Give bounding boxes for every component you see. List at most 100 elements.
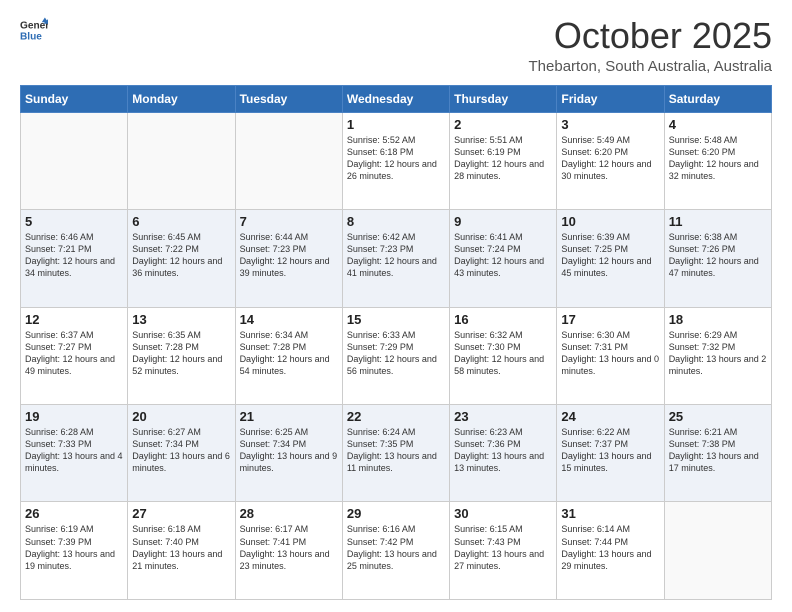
table-row: 1Sunrise: 5:52 AMSunset: 6:18 PMDaylight… [342, 112, 449, 209]
page: General Blue October 2025 Thebarton, Sou… [0, 0, 792, 612]
table-row: 28 Sunrise: 6:17 AMSunset: 7:41 PMDayligh… [235, 502, 342, 600]
table-row [21, 112, 128, 209]
table-row: 23 Sunrise: 6:23 AMSunset: 7:36 PMDayligh… [450, 405, 557, 502]
table-row: 18Sunrise: 6:29 AMSunset: 7:32 PMDayligh… [664, 307, 771, 404]
day-number: 12 [25, 312, 123, 327]
day-number: 22 [347, 409, 445, 424]
day-number: 24 [561, 409, 659, 424]
day-number: 31 [561, 506, 659, 521]
day-number: 2 [454, 117, 552, 132]
day-info: Sunrise: 6:21 AMSunset: 7:38 PMDaylight:… [669, 426, 767, 475]
calendar-week-row: 1Sunrise: 5:52 AMSunset: 6:18 PMDaylight… [21, 112, 772, 209]
calendar-week-row: 5 Sunrise: 6:46 AMSunset: 7:21 PMDaylight… [21, 210, 772, 307]
month-title: October 2025 [529, 16, 772, 56]
table-row: 7Sunrise: 6:44 AMSunset: 7:23 PMDaylight… [235, 210, 342, 307]
day-info: Sunrise: 6:28 AMSunset: 7:33 PMDaylight:… [25, 426, 123, 475]
table-row: 31 Sunrise: 6:14 AMSunset: 7:44 PMDayligh… [557, 502, 664, 600]
table-row: 8 Sunrise: 6:42 AMSunset: 7:23 PMDaylight… [342, 210, 449, 307]
day-number: 29 [347, 506, 445, 521]
day-number: 14 [240, 312, 338, 327]
col-saturday: Saturday [664, 85, 771, 112]
table-row: 6 Sunrise: 6:45 AMSunset: 7:22 PMDaylight… [128, 210, 235, 307]
header-row: Sunday Monday Tuesday Wednesday Thursday… [21, 85, 772, 112]
svg-text:Blue: Blue [20, 31, 42, 42]
table-row: 15Sunrise: 6:33 AMSunset: 7:29 PMDayligh… [342, 307, 449, 404]
day-info: Sunrise: 6:46 AMSunset: 7:21 PMDaylight:… [25, 231, 123, 280]
day-info: Sunrise: 6:38 AMSunset: 7:26 PMDaylight:… [669, 231, 767, 280]
day-info: Sunrise: 5:51 AMSunset: 6:19 PMDaylight:… [454, 134, 552, 183]
table-row: 12 Sunrise: 6:37 AMSunset: 7:27 PMDayligh… [21, 307, 128, 404]
day-number: 4 [669, 117, 767, 132]
day-info: Sunrise: 6:19 AMSunset: 7:39 PMDaylight:… [25, 523, 123, 572]
day-info: Sunrise: 6:14 AMSunset: 7:44 PMDaylight:… [561, 523, 659, 572]
day-number: 1 [347, 117, 445, 132]
table-row: 25 Sunrise: 6:21 AMSunset: 7:38 PMDayligh… [664, 405, 771, 502]
header: General Blue October 2025 Thebarton, Sou… [20, 16, 772, 75]
day-info: Sunrise: 5:48 AMSunset: 6:20 PMDaylight:… [669, 134, 767, 183]
table-row [235, 112, 342, 209]
logo: General Blue [20, 16, 48, 44]
day-number: 26 [25, 506, 123, 521]
day-info: Sunrise: 6:44 AMSunset: 7:23 PMDaylight:… [240, 231, 338, 280]
col-thursday: Thursday [450, 85, 557, 112]
day-number: 21 [240, 409, 338, 424]
table-row: 16Sunrise: 6:32 AMSunset: 7:30 PMDayligh… [450, 307, 557, 404]
day-number: 30 [454, 506, 552, 521]
day-info: Sunrise: 6:39 AMSunset: 7:25 PMDaylight:… [561, 231, 659, 280]
calendar-week-row: 19 Sunrise: 6:28 AMSunset: 7:33 PMDayligh… [21, 405, 772, 502]
day-number: 28 [240, 506, 338, 521]
day-info: Sunrise: 6:37 AMSunset: 7:27 PMDaylight:… [25, 329, 123, 378]
day-number: 20 [132, 409, 230, 424]
day-number: 10 [561, 214, 659, 229]
day-number: 27 [132, 506, 230, 521]
day-info: Sunrise: 6:22 AMSunset: 7:37 PMDaylight:… [561, 426, 659, 475]
table-row: 30 Sunrise: 6:15 AMSunset: 7:43 PMDayligh… [450, 502, 557, 600]
day-number: 5 [25, 214, 123, 229]
day-number: 3 [561, 117, 659, 132]
day-number: 8 [347, 214, 445, 229]
table-row: 21 Sunrise: 6:25 AMSunset: 7:34 PMDayligh… [235, 405, 342, 502]
day-number: 19 [25, 409, 123, 424]
table-row: 22Sunrise: 6:24 AMSunset: 7:35 PMDayligh… [342, 405, 449, 502]
day-info: Sunrise: 6:17 AMSunset: 7:41 PMDaylight:… [240, 523, 338, 572]
col-monday: Monday [128, 85, 235, 112]
table-row: 14Sunrise: 6:34 AMSunset: 7:28 PMDayligh… [235, 307, 342, 404]
day-number: 6 [132, 214, 230, 229]
day-number: 11 [669, 214, 767, 229]
table-row: 11 Sunrise: 6:38 AMSunset: 7:26 PMDayligh… [664, 210, 771, 307]
col-tuesday: Tuesday [235, 85, 342, 112]
day-info: Sunrise: 6:25 AMSunset: 7:34 PMDaylight:… [240, 426, 338, 475]
day-info: Sunrise: 6:29 AMSunset: 7:32 PMDaylight:… [669, 329, 767, 378]
table-row: 4 Sunrise: 5:48 AMSunset: 6:20 PMDaylight… [664, 112, 771, 209]
day-info: Sunrise: 6:41 AMSunset: 7:24 PMDaylight:… [454, 231, 552, 280]
table-row: 5 Sunrise: 6:46 AMSunset: 7:21 PMDaylight… [21, 210, 128, 307]
table-row [128, 112, 235, 209]
day-info: Sunrise: 6:33 AMSunset: 7:29 PMDaylight:… [347, 329, 445, 378]
table-row: 19 Sunrise: 6:28 AMSunset: 7:33 PMDayligh… [21, 405, 128, 502]
table-row: 20Sunrise: 6:27 AMSunset: 7:34 PMDayligh… [128, 405, 235, 502]
day-info: Sunrise: 6:42 AMSunset: 7:23 PMDaylight:… [347, 231, 445, 280]
day-info: Sunrise: 6:30 AMSunset: 7:31 PMDaylight:… [561, 329, 659, 378]
day-number: 17 [561, 312, 659, 327]
day-info: Sunrise: 6:45 AMSunset: 7:22 PMDaylight:… [132, 231, 230, 280]
table-row: 26 Sunrise: 6:19 AMSunset: 7:39 PMDayligh… [21, 502, 128, 600]
day-number: 23 [454, 409, 552, 424]
location-title: Thebarton, South Australia, Australia [529, 58, 772, 75]
day-info: Sunrise: 5:49 AMSunset: 6:20 PMDaylight:… [561, 134, 659, 183]
col-sunday: Sunday [21, 85, 128, 112]
col-friday: Friday [557, 85, 664, 112]
logo-icon: General Blue [20, 16, 48, 44]
day-number: 13 [132, 312, 230, 327]
day-info: Sunrise: 6:15 AMSunset: 7:43 PMDaylight:… [454, 523, 552, 572]
day-info: Sunrise: 6:18 AMSunset: 7:40 PMDaylight:… [132, 523, 230, 572]
day-info: Sunrise: 6:23 AMSunset: 7:36 PMDaylight:… [454, 426, 552, 475]
title-area: October 2025 Thebarton, South Australia,… [529, 16, 772, 75]
table-row: 10 Sunrise: 6:39 AMSunset: 7:25 PMDayligh… [557, 210, 664, 307]
day-info: Sunrise: 6:35 AMSunset: 7:28 PMDaylight:… [132, 329, 230, 378]
day-number: 25 [669, 409, 767, 424]
col-wednesday: Wednesday [342, 85, 449, 112]
calendar-week-row: 26 Sunrise: 6:19 AMSunset: 7:39 PMDayligh… [21, 502, 772, 600]
table-row [664, 502, 771, 600]
table-row: 2 Sunrise: 5:51 AMSunset: 6:19 PMDaylight… [450, 112, 557, 209]
table-row: 24 Sunrise: 6:22 AMSunset: 7:37 PMDayligh… [557, 405, 664, 502]
